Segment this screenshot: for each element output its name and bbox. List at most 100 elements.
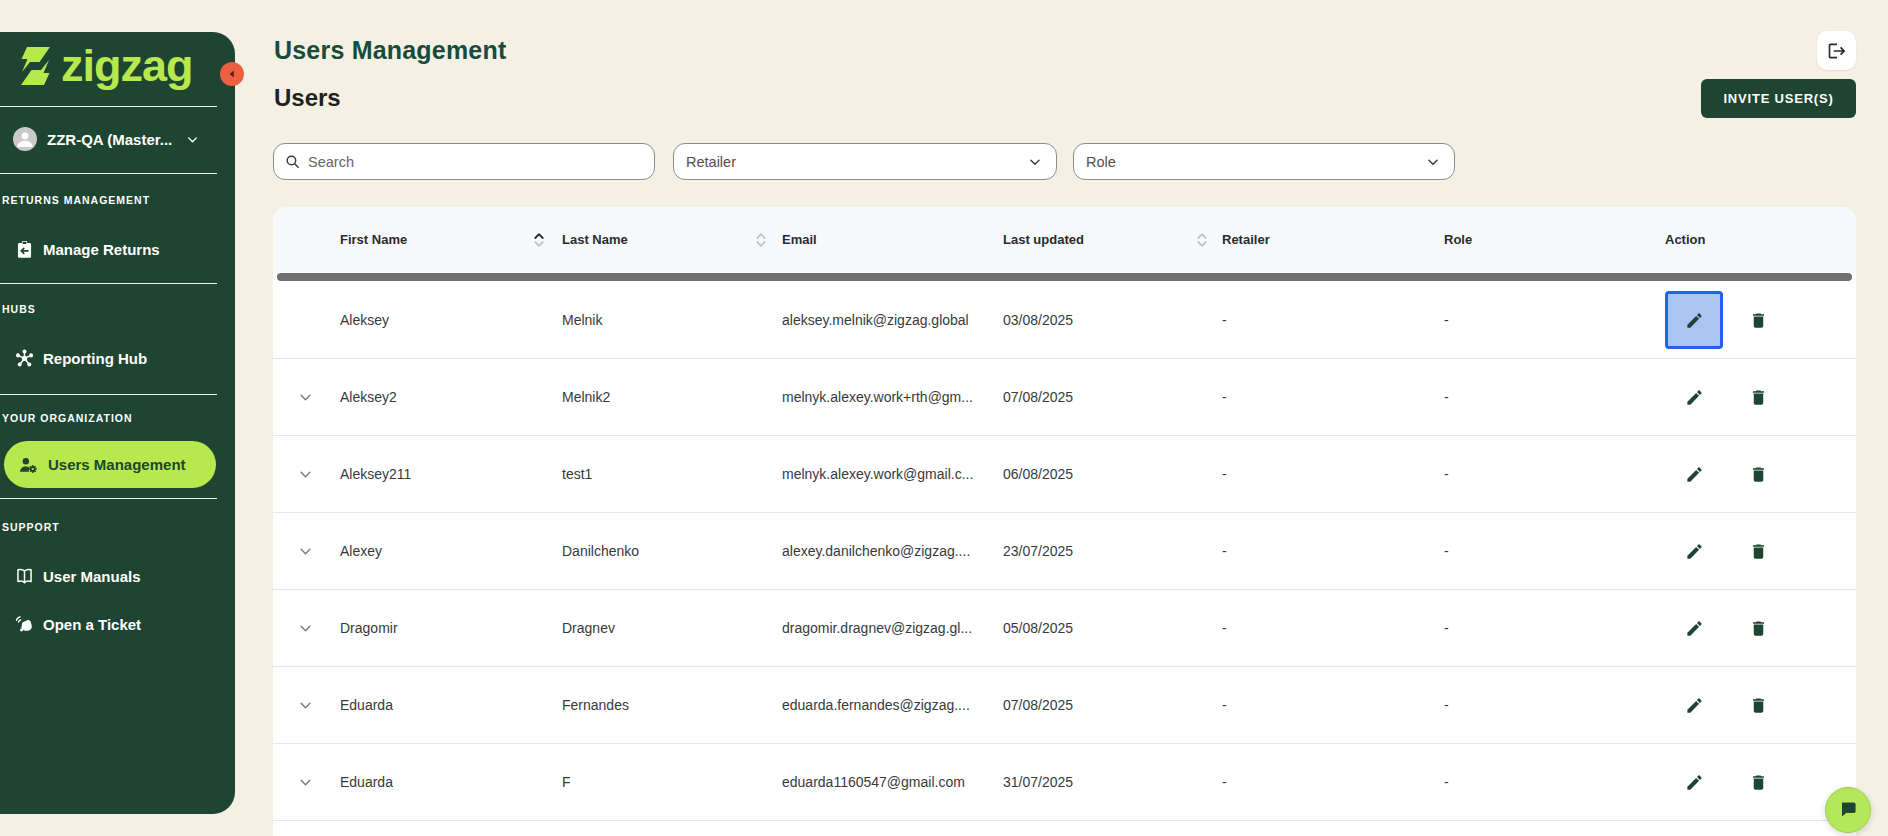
cell-retailer: - <box>1222 590 1227 666</box>
delete-user-button[interactable] <box>1738 599 1778 657</box>
cell-retailer: - <box>1222 359 1227 435</box>
row-expand-chevron[interactable] <box>298 359 313 435</box>
users-table: First NameLast NameEmailLast updatedReta… <box>273 207 1856 836</box>
column-header-last-name[interactable]: Last Name <box>562 207 628 272</box>
table-row: Aleksey211test1melnyk.alexey.work@gmail.… <box>273 436 1856 513</box>
logout-button[interactable] <box>1817 31 1856 70</box>
hub-icon <box>14 348 35 369</box>
cell-role: - <box>1444 436 1449 512</box>
sort-icon[interactable] <box>1196 231 1208 253</box>
cell-retailer: - <box>1222 667 1227 743</box>
chevron-down-icon <box>186 133 199 146</box>
row-expand-chevron[interactable] <box>298 590 313 666</box>
cell-last-name: Melnik <box>562 282 602 358</box>
zigzag-logo-icon <box>18 46 53 86</box>
chevron-down-icon <box>1028 155 1042 169</box>
edit-user-button[interactable] <box>1665 676 1723 734</box>
sidebar-item-label: Users Management <box>48 456 186 473</box>
page-subtitle: Users <box>274 84 341 112</box>
cell-retailer: - <box>1222 744 1227 820</box>
account-name: ZZR-QA (Master... <box>47 131 172 148</box>
sort-icon[interactable] <box>533 231 545 253</box>
chevron-down-icon <box>1426 155 1440 169</box>
account-selector[interactable]: ZZR-QA (Master... <box>13 125 199 153</box>
cell-email: eduarda.fernandes@zigzag.... <box>782 667 970 743</box>
cell-first-name: Eduarda <box>340 667 393 743</box>
edit-user-button[interactable] <box>1665 753 1723 811</box>
divider <box>0 498 217 499</box>
row-expand-chevron[interactable] <box>298 667 313 743</box>
cell-email: eduarda1160547@gmail.com <box>782 744 965 820</box>
sort-icon[interactable] <box>755 231 767 253</box>
user-gear-icon <box>18 454 39 475</box>
page-title: Users Management <box>274 36 506 65</box>
logo-text: zigzag <box>61 42 193 90</box>
horizontal-scrollbar[interactable] <box>277 273 1852 281</box>
search-placeholder: Search <box>308 154 354 170</box>
sidebar-collapse-button[interactable] <box>220 62 244 86</box>
ticket-icon <box>14 614 35 635</box>
cell-role: - <box>1444 359 1449 435</box>
delete-user-button[interactable] <box>1738 291 1778 349</box>
sidebar-item-reporting-hub[interactable]: Reporting Hub <box>14 345 147 371</box>
cell-last-updated: 03/08/2025 <box>1003 282 1073 358</box>
avatar <box>13 127 37 151</box>
sidebar-section-label: RETURNS MANAGEMENT <box>2 193 150 207</box>
divider <box>0 394 217 395</box>
sidebar-item-open-a-ticket[interactable]: Open a Ticket <box>14 611 141 637</box>
delete-user-button[interactable] <box>1738 753 1778 811</box>
sidebar-item-label: Reporting Hub <box>43 350 147 367</box>
edit-user-button[interactable] <box>1665 368 1723 426</box>
cell-last-updated: 31/07/2025 <box>1003 744 1073 820</box>
edit-user-button[interactable] <box>1665 291 1723 349</box>
logo: zigzag <box>18 42 193 90</box>
delete-user-button[interactable] <box>1738 522 1778 580</box>
sidebar-item-users-management[interactable]: Users Management <box>4 441 216 488</box>
table-row: DragomirDragnevdragomir.dragnev@zigzag.g… <box>273 590 1856 667</box>
cell-last-name: Dragnev <box>562 590 615 666</box>
row-expand-chevron[interactable] <box>298 513 313 589</box>
sidebar-item-label: Open a Ticket <box>43 616 141 633</box>
cell-last-name: test1 <box>562 436 592 512</box>
cell-email: alexey.danilchenko@zigzag.... <box>782 513 970 589</box>
cell-first-name: Eduarda <box>340 744 393 820</box>
retailer-select[interactable]: Retailer <box>673 143 1057 180</box>
role-select[interactable]: Role <box>1073 143 1455 180</box>
delete-user-button[interactable] <box>1738 368 1778 426</box>
column-header-last-updated[interactable]: Last updated <box>1003 207 1084 272</box>
cell-role: - <box>1444 744 1449 820</box>
cell-role: - <box>1444 667 1449 743</box>
chat-widget-button[interactable] <box>1825 787 1871 833</box>
cell-last-name: Danilchenko <box>562 513 639 589</box>
column-header-retailer: Retailer <box>1222 207 1270 272</box>
edit-user-button[interactable] <box>1665 599 1723 657</box>
cell-retailer: - <box>1222 513 1227 589</box>
invite-users-button[interactable]: INVITE USER(S) <box>1701 79 1856 118</box>
delete-user-button[interactable] <box>1738 676 1778 734</box>
table-row: AlexeyDanilchenkoalexey.danilchenko@zigz… <box>273 513 1856 590</box>
table-header: First NameLast NameEmailLast updatedReta… <box>273 207 1856 272</box>
sidebar-item-label: Manage Returns <box>43 241 160 258</box>
cell-email: melnyk.alexey.work+rth@gm... <box>782 359 973 435</box>
retailer-select-label: Retailer <box>686 154 736 170</box>
sidebar-section-label: HUBS <box>2 302 36 316</box>
cell-last-updated: 06/08/2025 <box>1003 436 1073 512</box>
edit-user-button[interactable] <box>1665 445 1723 503</box>
sidebar-item-label: User Manuals <box>43 568 141 585</box>
role-select-label: Role <box>1086 154 1116 170</box>
row-expand-chevron[interactable] <box>298 436 313 512</box>
sidebar-item-user-manuals[interactable]: User Manuals <box>14 563 141 589</box>
row-expand-chevron[interactable] <box>298 744 313 820</box>
column-header-first-name[interactable]: First Name <box>340 207 407 272</box>
cell-role: - <box>1444 590 1449 666</box>
sidebar-item-manage-returns[interactable]: Manage Returns <box>14 236 160 262</box>
cell-email: aleksey.melnik@zigzag.global <box>782 282 969 358</box>
sidebar: zigzag ZZR-QA (Master... RETURNS MANAGEM… <box>0 32 235 814</box>
search-input[interactable]: Search <box>273 143 655 180</box>
cell-last-name: F <box>562 744 571 820</box>
table-row: Aleksey2Melnik2melnyk.alexey.work+rth@gm… <box>273 359 1856 436</box>
delete-user-button[interactable] <box>1738 445 1778 503</box>
cell-retailer: - <box>1222 282 1227 358</box>
divider <box>0 283 217 284</box>
edit-user-button[interactable] <box>1665 522 1723 580</box>
